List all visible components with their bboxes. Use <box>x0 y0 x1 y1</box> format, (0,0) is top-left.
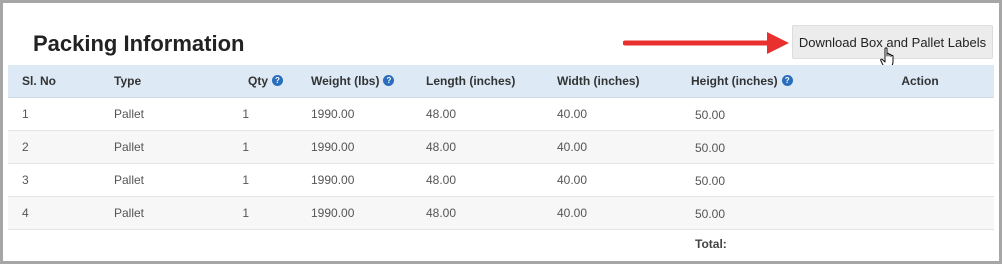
cell-height: 50.00 <box>691 163 846 196</box>
header-sl-no: Sl. No <box>22 73 57 88</box>
cell-type: Pallet <box>114 172 145 187</box>
cell-length: 48.00 <box>426 205 457 220</box>
cell-weight: 1990.00 <box>311 106 355 121</box>
cell-height-value: 50.00 <box>695 140 726 155</box>
footer-empty-cell <box>426 229 557 259</box>
total-label: Total: <box>695 237 727 252</box>
cell-qty-value: 1 <box>242 106 249 121</box>
cell-action <box>846 196 994 229</box>
cell-width: 40.00 <box>557 139 588 154</box>
footer-empty-cell <box>846 229 994 259</box>
header-height-label: Height (inches) <box>691 73 778 88</box>
page-title: Packing Information <box>33 31 245 56</box>
cell-sl-no: 1 <box>22 106 29 121</box>
header-weight: Weight (lbs)? <box>311 65 426 97</box>
weight-info-icon[interactable]: ? <box>383 75 395 87</box>
cell-height-value: 50.00 <box>695 173 726 188</box>
packing-information-panel: Packing Information Download Box and Pal… <box>0 0 1002 264</box>
table-row: 1 Pallet 1 1990.00 48.00 40.00 50.00 <box>8 97 994 130</box>
header-width: Width (inches) <box>557 73 640 88</box>
cell-qty-value: 1 <box>242 205 249 220</box>
packing-table: Sl. No Type Qty? Weight (lbs)? Length (i… <box>8 65 994 259</box>
header-action: Action <box>901 73 939 88</box>
cell-qty: 1 <box>203 196 311 229</box>
cell-qty: 1 <box>203 163 311 196</box>
cell-width: 40.00 <box>557 205 588 220</box>
table-row: 2 Pallet 1 1990.00 48.00 40.00 50.00 <box>8 130 994 163</box>
footer-empty-cell <box>311 229 426 259</box>
header-height: Height (inches)? <box>691 65 846 97</box>
cell-weight: 1990.00 <box>311 172 355 187</box>
table-row: 4 Pallet 1 1990.00 48.00 40.00 50.00 <box>8 196 994 229</box>
qty-info-icon[interactable]: ? <box>272 75 283 87</box>
cell-width: 40.00 <box>557 172 588 187</box>
footer-empty-cell <box>114 229 203 259</box>
header-length: Length (inches) <box>426 73 516 88</box>
table-header-row: Sl. No Type Qty? Weight (lbs)? Length (i… <box>8 65 994 97</box>
cell-length: 48.00 <box>426 106 457 121</box>
cell-width: 40.00 <box>557 106 588 121</box>
cell-action <box>846 163 994 196</box>
cell-action <box>846 97 994 130</box>
cell-height: 50.00 <box>691 196 846 229</box>
cell-type: Pallet <box>114 106 145 121</box>
cell-height: 50.00 <box>691 130 846 163</box>
footer-empty-cell <box>8 229 114 259</box>
red-arrow-icon <box>623 32 789 54</box>
cell-sl-no: 3 <box>22 172 29 187</box>
cell-height-value: 50.00 <box>695 107 726 122</box>
cell-type: Pallet <box>114 205 145 220</box>
table-footer-row: Total: <box>8 229 994 259</box>
cell-qty-value: 1 <box>242 172 249 187</box>
cell-sl-no: 2 <box>22 139 29 154</box>
cell-weight: 1990.00 <box>311 139 355 154</box>
footer-empty-cell <box>203 229 311 259</box>
cell-height-value: 50.00 <box>695 206 726 221</box>
footer-empty-cell <box>557 229 691 259</box>
height-info-icon[interactable]: ? <box>781 75 793 87</box>
cell-weight: 1990.00 <box>311 205 355 220</box>
header-qty: Qty? <box>203 65 311 97</box>
header-weight-label: Weight (lbs) <box>311 73 380 88</box>
cell-qty-value: 1 <box>242 139 249 154</box>
cell-type: Pallet <box>114 139 145 154</box>
cell-qty: 1 <box>203 130 311 163</box>
cell-height: 50.00 <box>691 97 846 130</box>
table-row: 3 Pallet 1 1990.00 48.00 40.00 50.00 <box>8 163 994 196</box>
header-type: Type <box>114 73 142 88</box>
cell-action <box>846 130 994 163</box>
header-qty-label: Qty <box>247 73 268 88</box>
cell-qty: 1 <box>203 97 311 130</box>
cell-sl-no: 4 <box>22 205 29 220</box>
footer-total-cell: Total: <box>691 229 846 259</box>
cell-length: 48.00 <box>426 172 457 187</box>
cell-length: 48.00 <box>426 139 457 154</box>
